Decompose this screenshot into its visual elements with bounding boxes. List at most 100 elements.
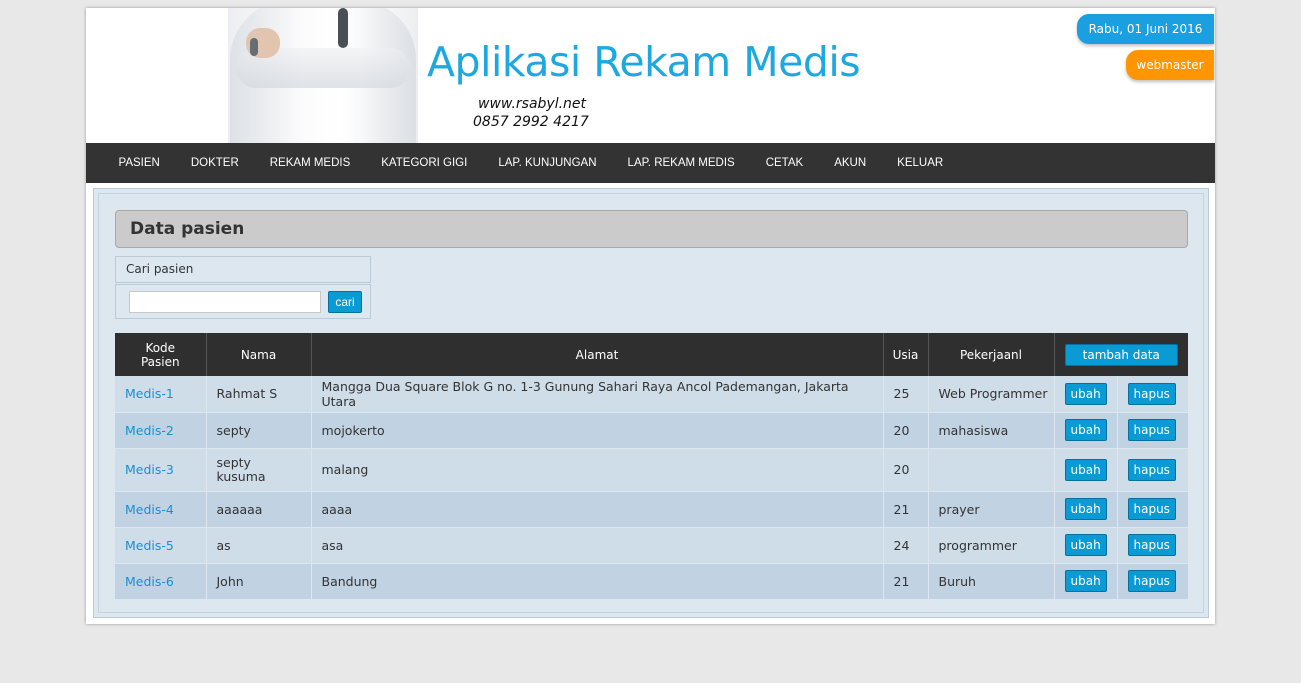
- cell-edit: ubah: [1054, 376, 1118, 413]
- cell-usia: 20: [883, 412, 929, 449]
- column-header-pekerjaan: Pekerjaanl: [928, 333, 1055, 376]
- column-header-actions: tambah data: [1054, 333, 1188, 376]
- cell-kode: Medis-6: [115, 563, 207, 600]
- delete-button[interactable]: hapus: [1127, 498, 1176, 520]
- cell-nama: as: [206, 527, 312, 564]
- cell-nama: aaaaaa: [206, 491, 312, 528]
- search-input[interactable]: [129, 291, 321, 313]
- cell-edit: ubah: [1054, 448, 1118, 492]
- cell-usia: 21: [883, 563, 929, 600]
- page-title: Data pasien: [115, 210, 1188, 248]
- patient-code-link[interactable]: Medis-1: [125, 386, 174, 401]
- edit-button[interactable]: ubah: [1064, 570, 1107, 592]
- user-badge[interactable]: webmaster: [1126, 50, 1214, 80]
- delete-button[interactable]: hapus: [1127, 570, 1176, 592]
- content-panel: Data pasien Cari pasien cari Kode Pasien…: [98, 193, 1204, 613]
- cell-edit: ubah: [1054, 491, 1118, 528]
- patient-code-link[interactable]: Medis-4: [125, 502, 174, 517]
- edit-button[interactable]: ubah: [1064, 534, 1107, 556]
- cell-delete: hapus: [1117, 527, 1189, 564]
- cell-kode: Medis-1: [115, 376, 207, 413]
- patient-code-link[interactable]: Medis-3: [125, 462, 174, 477]
- table-row: Medis-3 septy kusuma malang 20 ubah hapu…: [115, 448, 1189, 492]
- nav-item-cetak[interactable]: CETAK: [750, 143, 819, 183]
- cell-delete: hapus: [1117, 448, 1189, 492]
- delete-button[interactable]: hapus: [1127, 458, 1176, 481]
- cell-delete: hapus: [1117, 376, 1189, 413]
- table-row: Medis-6 John Bandung 21 Buruh ubah hapus: [115, 563, 1189, 600]
- search-input-row: cari: [115, 284, 371, 319]
- date-badge: Rabu, 01 Juni 2016: [1077, 14, 1214, 44]
- search-button[interactable]: cari: [328, 291, 362, 313]
- cell-alamat: asa: [311, 527, 884, 564]
- cell-edit: ubah: [1054, 527, 1118, 564]
- cell-delete: hapus: [1117, 412, 1189, 449]
- cell-usia: 24: [883, 527, 929, 564]
- column-header-usia: Usia: [883, 333, 929, 376]
- delete-button[interactable]: hapus: [1127, 382, 1176, 405]
- table-header-row: Kode Pasien Nama Alamat Usia Pekerjaanl …: [115, 333, 1188, 376]
- cell-nama: John: [206, 563, 312, 600]
- table-row: Medis-5 as asa 24 programmer ubah hapus: [115, 527, 1189, 564]
- nav-item-akun[interactable]: AKUN: [819, 143, 882, 183]
- cell-alamat: aaaa: [311, 491, 884, 528]
- nav-item-dokter[interactable]: DOKTER: [175, 143, 254, 183]
- header: Aplikasi Rekam Medis www.rsabyl.net 0857…: [86, 8, 1215, 143]
- search-label: Cari pasien: [115, 256, 371, 283]
- edit-button[interactable]: ubah: [1064, 419, 1107, 441]
- cell-nama: Rahmat S: [206, 376, 312, 413]
- nav-item-rekam-medis[interactable]: REKAM MEDIS: [254, 143, 366, 183]
- patient-code-link[interactable]: Medis-6: [125, 574, 174, 589]
- cell-kode: Medis-3: [115, 448, 207, 492]
- content-area: Data pasien Cari pasien cari Kode Pasien…: [93, 188, 1209, 618]
- site-url: www.rsabyl.net: [478, 96, 587, 112]
- cell-usia: 21: [883, 491, 929, 528]
- cell-pekerjaan: programmer: [928, 527, 1055, 564]
- nav-item-keluar[interactable]: KELUAR: [882, 143, 959, 183]
- cell-alamat: Mangga Dua Square Blok G no. 1-3 Gunung …: [311, 376, 884, 413]
- cell-pekerjaan: [928, 448, 1055, 492]
- patient-code-link[interactable]: Medis-5: [125, 538, 174, 553]
- cell-kode: Medis-5: [115, 527, 207, 564]
- cell-kode: Medis-4: [115, 491, 207, 528]
- edit-button[interactable]: ubah: [1064, 382, 1107, 405]
- delete-button[interactable]: hapus: [1127, 419, 1176, 441]
- doctor-banner-image: [228, 8, 418, 143]
- nav-item-kategori-gigi[interactable]: KATEGORI GIGI: [366, 143, 483, 183]
- edit-button[interactable]: ubah: [1064, 458, 1107, 481]
- cell-delete: hapus: [1117, 563, 1189, 600]
- site-phone: 0857 2992 4217: [473, 114, 589, 130]
- cell-delete: hapus: [1117, 491, 1189, 528]
- column-header-nama: Nama: [206, 333, 312, 376]
- cell-edit: ubah: [1054, 412, 1118, 449]
- table-row: Medis-2 septy mojokerto 20 mahasiswa uba…: [115, 412, 1189, 449]
- page-wrapper: Aplikasi Rekam Medis www.rsabyl.net 0857…: [86, 8, 1215, 624]
- column-header-kode: Kode Pasien: [115, 333, 207, 376]
- table-row: Medis-1 Rahmat S Mangga Dua Square Blok …: [115, 376, 1189, 413]
- edit-button[interactable]: ubah: [1064, 498, 1107, 520]
- nav-item-pasien[interactable]: PASIEN: [103, 143, 175, 183]
- nav-item-lap-rekam-medis[interactable]: LAP. REKAM MEDIS: [612, 143, 750, 183]
- cell-pekerjaan: Web Programmer: [928, 376, 1055, 413]
- cell-alamat: mojokerto: [311, 412, 884, 449]
- nav-item-lap-kunjungan[interactable]: LAP. KUNJUNGAN: [483, 143, 612, 183]
- cell-pekerjaan: mahasiswa: [928, 412, 1055, 449]
- cell-usia: 20: [883, 448, 929, 492]
- cell-alamat: Bandung: [311, 563, 884, 600]
- cell-edit: ubah: [1054, 563, 1118, 600]
- patient-table: Kode Pasien Nama Alamat Usia Pekerjaanl …: [115, 333, 1189, 600]
- table-row: Medis-4 aaaaaa aaaa 21 prayer ubah hapus: [115, 491, 1189, 528]
- cell-usia: 25: [883, 376, 929, 413]
- app-title: Aplikasi Rekam Medis: [427, 38, 861, 86]
- search-form: Cari pasien cari: [115, 256, 371, 319]
- cell-alamat: malang: [311, 448, 884, 492]
- delete-button[interactable]: hapus: [1127, 534, 1176, 556]
- patient-code-link[interactable]: Medis-2: [125, 423, 174, 438]
- cell-kode: Medis-2: [115, 412, 207, 449]
- cell-nama: septy: [206, 412, 312, 449]
- cell-nama: septy kusuma: [206, 448, 312, 492]
- column-header-alamat: Alamat: [311, 333, 884, 376]
- cell-pekerjaan: Buruh: [928, 563, 1055, 600]
- cell-pekerjaan: prayer: [928, 491, 1055, 528]
- add-data-button[interactable]: tambah data: [1064, 343, 1178, 366]
